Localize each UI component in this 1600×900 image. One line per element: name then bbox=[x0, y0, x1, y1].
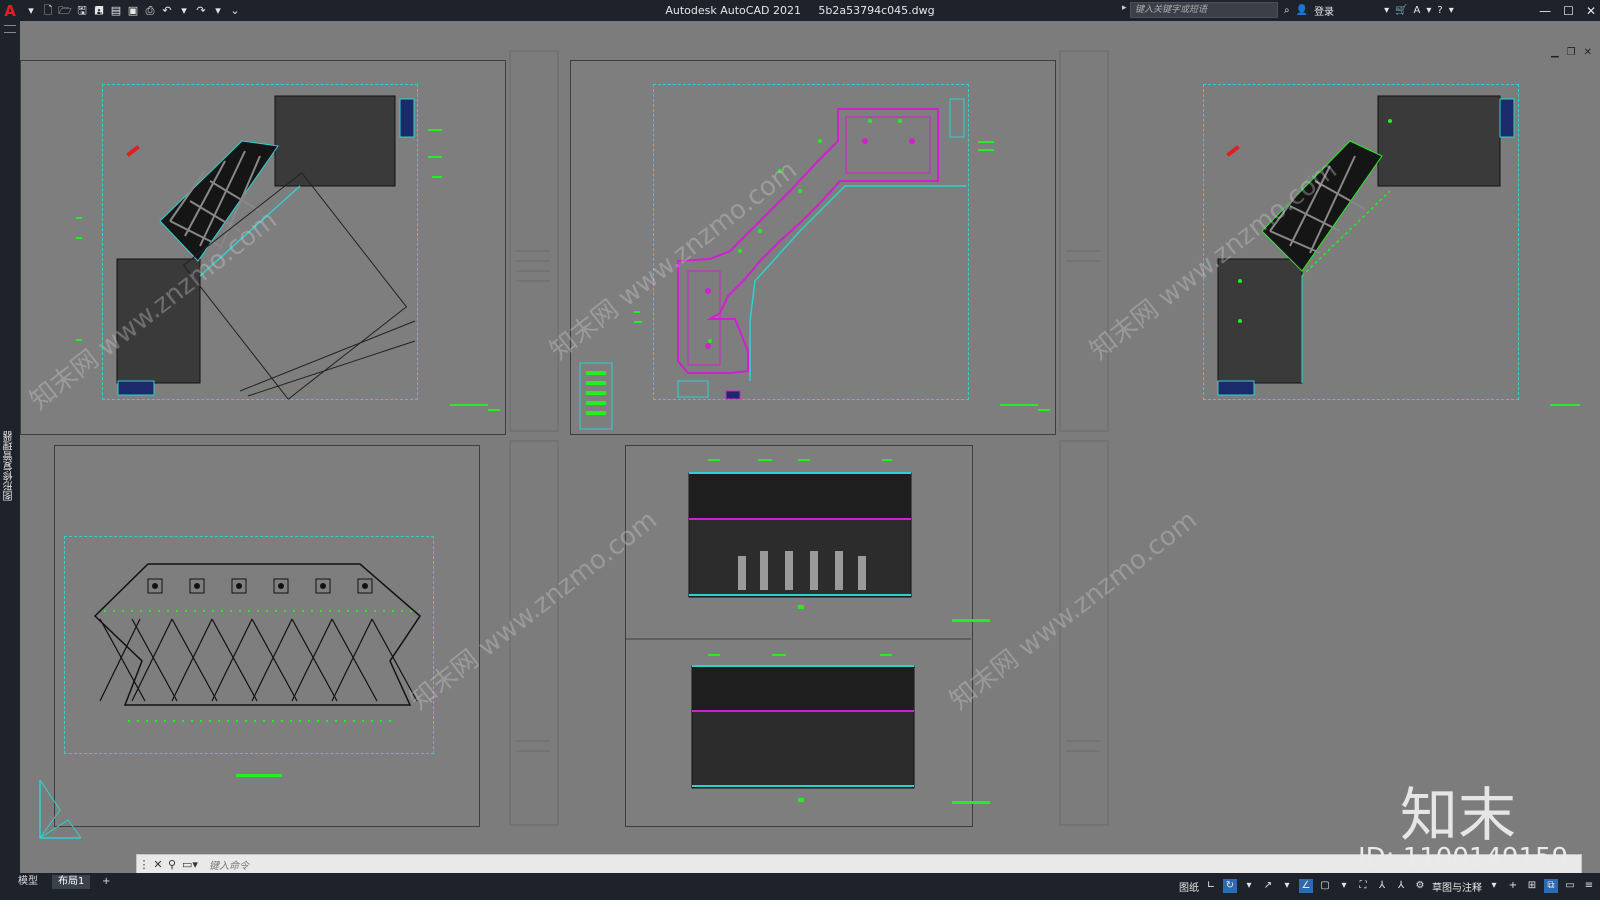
app-title: Autodesk AutoCAD 2021 bbox=[665, 4, 801, 17]
ortho-icon[interactable]: ↻ bbox=[1223, 879, 1237, 893]
object-snap-icon[interactable]: ∠ bbox=[1299, 879, 1313, 893]
status-tools: 图纸 ∟ ↻ ▾ ↗ ▾ ∠ ▢ ▾ ⛶ ⅄ ⅄ ⚙ 草图与注释 ▾ + ⊞ ⧉… bbox=[1179, 876, 1596, 896]
polar-tracking-icon[interactable]: ↗ bbox=[1261, 879, 1275, 893]
object-snap-tracking-icon[interactable]: ▢ bbox=[1318, 879, 1332, 893]
workspace-switch[interactable]: 草图与注释 bbox=[1432, 879, 1482, 894]
cart-icon[interactable]: 🛒 bbox=[1395, 5, 1407, 16]
units-icon[interactable]: ⊞ bbox=[1525, 879, 1539, 893]
drawing-canvas[interactable]: ▁ ❐ ✕ bbox=[20, 21, 1600, 873]
close-icon[interactable]: ✕ bbox=[1586, 4, 1596, 18]
user-icon[interactable]: 👤 bbox=[1296, 5, 1308, 16]
menu-arrow-icon[interactable]: ▾ bbox=[24, 4, 38, 18]
annotation-monitor-icon[interactable]: + bbox=[1506, 879, 1520, 893]
tab-add-layout[interactable]: + bbox=[96, 875, 116, 889]
tab-layout1[interactable]: 布局1 bbox=[52, 875, 91, 889]
ucs-icon bbox=[39, 780, 82, 839]
publish-icon[interactable]: ▤ bbox=[109, 4, 123, 18]
help-icon[interactable]: ? bbox=[1437, 5, 1442, 16]
watermark-brand-logo: 知末 bbox=[1400, 781, 1517, 849]
tab-model[interactable]: 模型 bbox=[12, 875, 44, 889]
autodesk-app-icon[interactable]: A bbox=[1414, 5, 1421, 16]
dropdown-icon[interactable]: ▾ bbox=[1280, 879, 1294, 893]
palette-grip-icon[interactable] bbox=[4, 25, 16, 33]
command-grip-icon[interactable]: ⋮ bbox=[137, 858, 151, 871]
search-expand-icon[interactable]: ▸ bbox=[1122, 3, 1127, 13]
save-icon[interactable]: 🖫 bbox=[75, 4, 89, 18]
doc-minimize-icon[interactable]: ▁ bbox=[1551, 47, 1559, 58]
paper-space-toggle[interactable]: 图纸 bbox=[1179, 879, 1199, 894]
search-input[interactable]: 键入关键字或短语 bbox=[1130, 2, 1278, 18]
doc-close-icon[interactable]: ✕ bbox=[1584, 47, 1592, 58]
workspace-gear-icon[interactable]: ⚙ bbox=[1413, 879, 1427, 893]
open-file-icon[interactable]: 🗁 bbox=[58, 4, 72, 18]
annotation-visibility-icon[interactable]: ⅄ bbox=[1394, 879, 1408, 893]
redo-icon[interactable]: ↷ bbox=[194, 4, 208, 18]
customize-toolbar-icon[interactable]: ⌄ bbox=[228, 4, 242, 18]
maximize-icon[interactable]: ☐ bbox=[1563, 4, 1574, 18]
quick-properties-icon[interactable]: ⧉ bbox=[1544, 879, 1558, 893]
clean-screen-icon[interactable]: ▭ bbox=[1563, 879, 1577, 893]
undo-icon[interactable]: ↶ bbox=[160, 4, 174, 18]
login-button[interactable]: 登录 bbox=[1314, 3, 1334, 18]
selection-cycling-icon[interactable]: ⛶ bbox=[1356, 879, 1370, 893]
login-dropdown-icon[interactable]: ▾ bbox=[1384, 5, 1389, 16]
left-palette: 图形修复管理器 bbox=[0, 21, 20, 873]
snap-mode-icon[interactable]: ∟ bbox=[1204, 879, 1218, 893]
minimize-icon[interactable]: — bbox=[1539, 4, 1551, 18]
drawing-recovery-tab[interactable]: 图形修复管理器 bbox=[2, 431, 17, 501]
autocad-logo-icon[interactable]: A bbox=[0, 0, 20, 21]
dropdown-icon[interactable]: ▾ bbox=[1242, 879, 1256, 893]
command-history-icon[interactable]: ▭▾ bbox=[179, 858, 201, 871]
search-icon[interactable]: ⌕ bbox=[1284, 5, 1290, 16]
watermark-id: ID: 1100149159 bbox=[1358, 843, 1569, 873]
app-dropdown-icon[interactable]: ▾ bbox=[1426, 5, 1431, 16]
print-icon[interactable]: ⎙ bbox=[143, 4, 157, 18]
quick-access-toolbar: ▾ 🗋 🗁 🖫 🖪 ▤ ▣ ⎙ ↶ ▾ ↷ ▾ ⌄ bbox=[24, 4, 242, 18]
redo-dropdown-icon[interactable]: ▾ bbox=[211, 4, 225, 18]
file-name: 5b2a53794c045.dwg bbox=[818, 4, 935, 17]
dropdown-icon[interactable]: ▾ bbox=[1337, 879, 1351, 893]
doc-restore-icon[interactable]: ❐ bbox=[1567, 47, 1576, 58]
command-customize-icon[interactable]: ⚲ bbox=[165, 858, 179, 871]
drawing-linework bbox=[76, 50, 1580, 826]
title-bar: A ▾ 🗋 🗁 🖫 🖪 ▤ ▣ ⎙ ↶ ▾ ↷ ▾ ⌄ Autodesk Aut… bbox=[0, 0, 1600, 21]
help-dropdown-icon[interactable]: ▾ bbox=[1449, 5, 1454, 16]
command-close-icon[interactable]: ✕ bbox=[151, 858, 165, 871]
save-as-icon[interactable]: 🖪 bbox=[92, 4, 106, 18]
dropdown-icon[interactable]: ▾ bbox=[1487, 879, 1501, 893]
new-file-icon[interactable]: 🗋 bbox=[41, 4, 55, 18]
command-input[interactable]: 键入命令 bbox=[209, 857, 249, 872]
annotation-scale-icon[interactable]: ⅄ bbox=[1375, 879, 1389, 893]
undo-dropdown-icon[interactable]: ▾ bbox=[177, 4, 191, 18]
plot-preview-icon[interactable]: ▣ bbox=[126, 4, 140, 18]
customization-menu-icon[interactable]: ≡ bbox=[1582, 879, 1596, 893]
